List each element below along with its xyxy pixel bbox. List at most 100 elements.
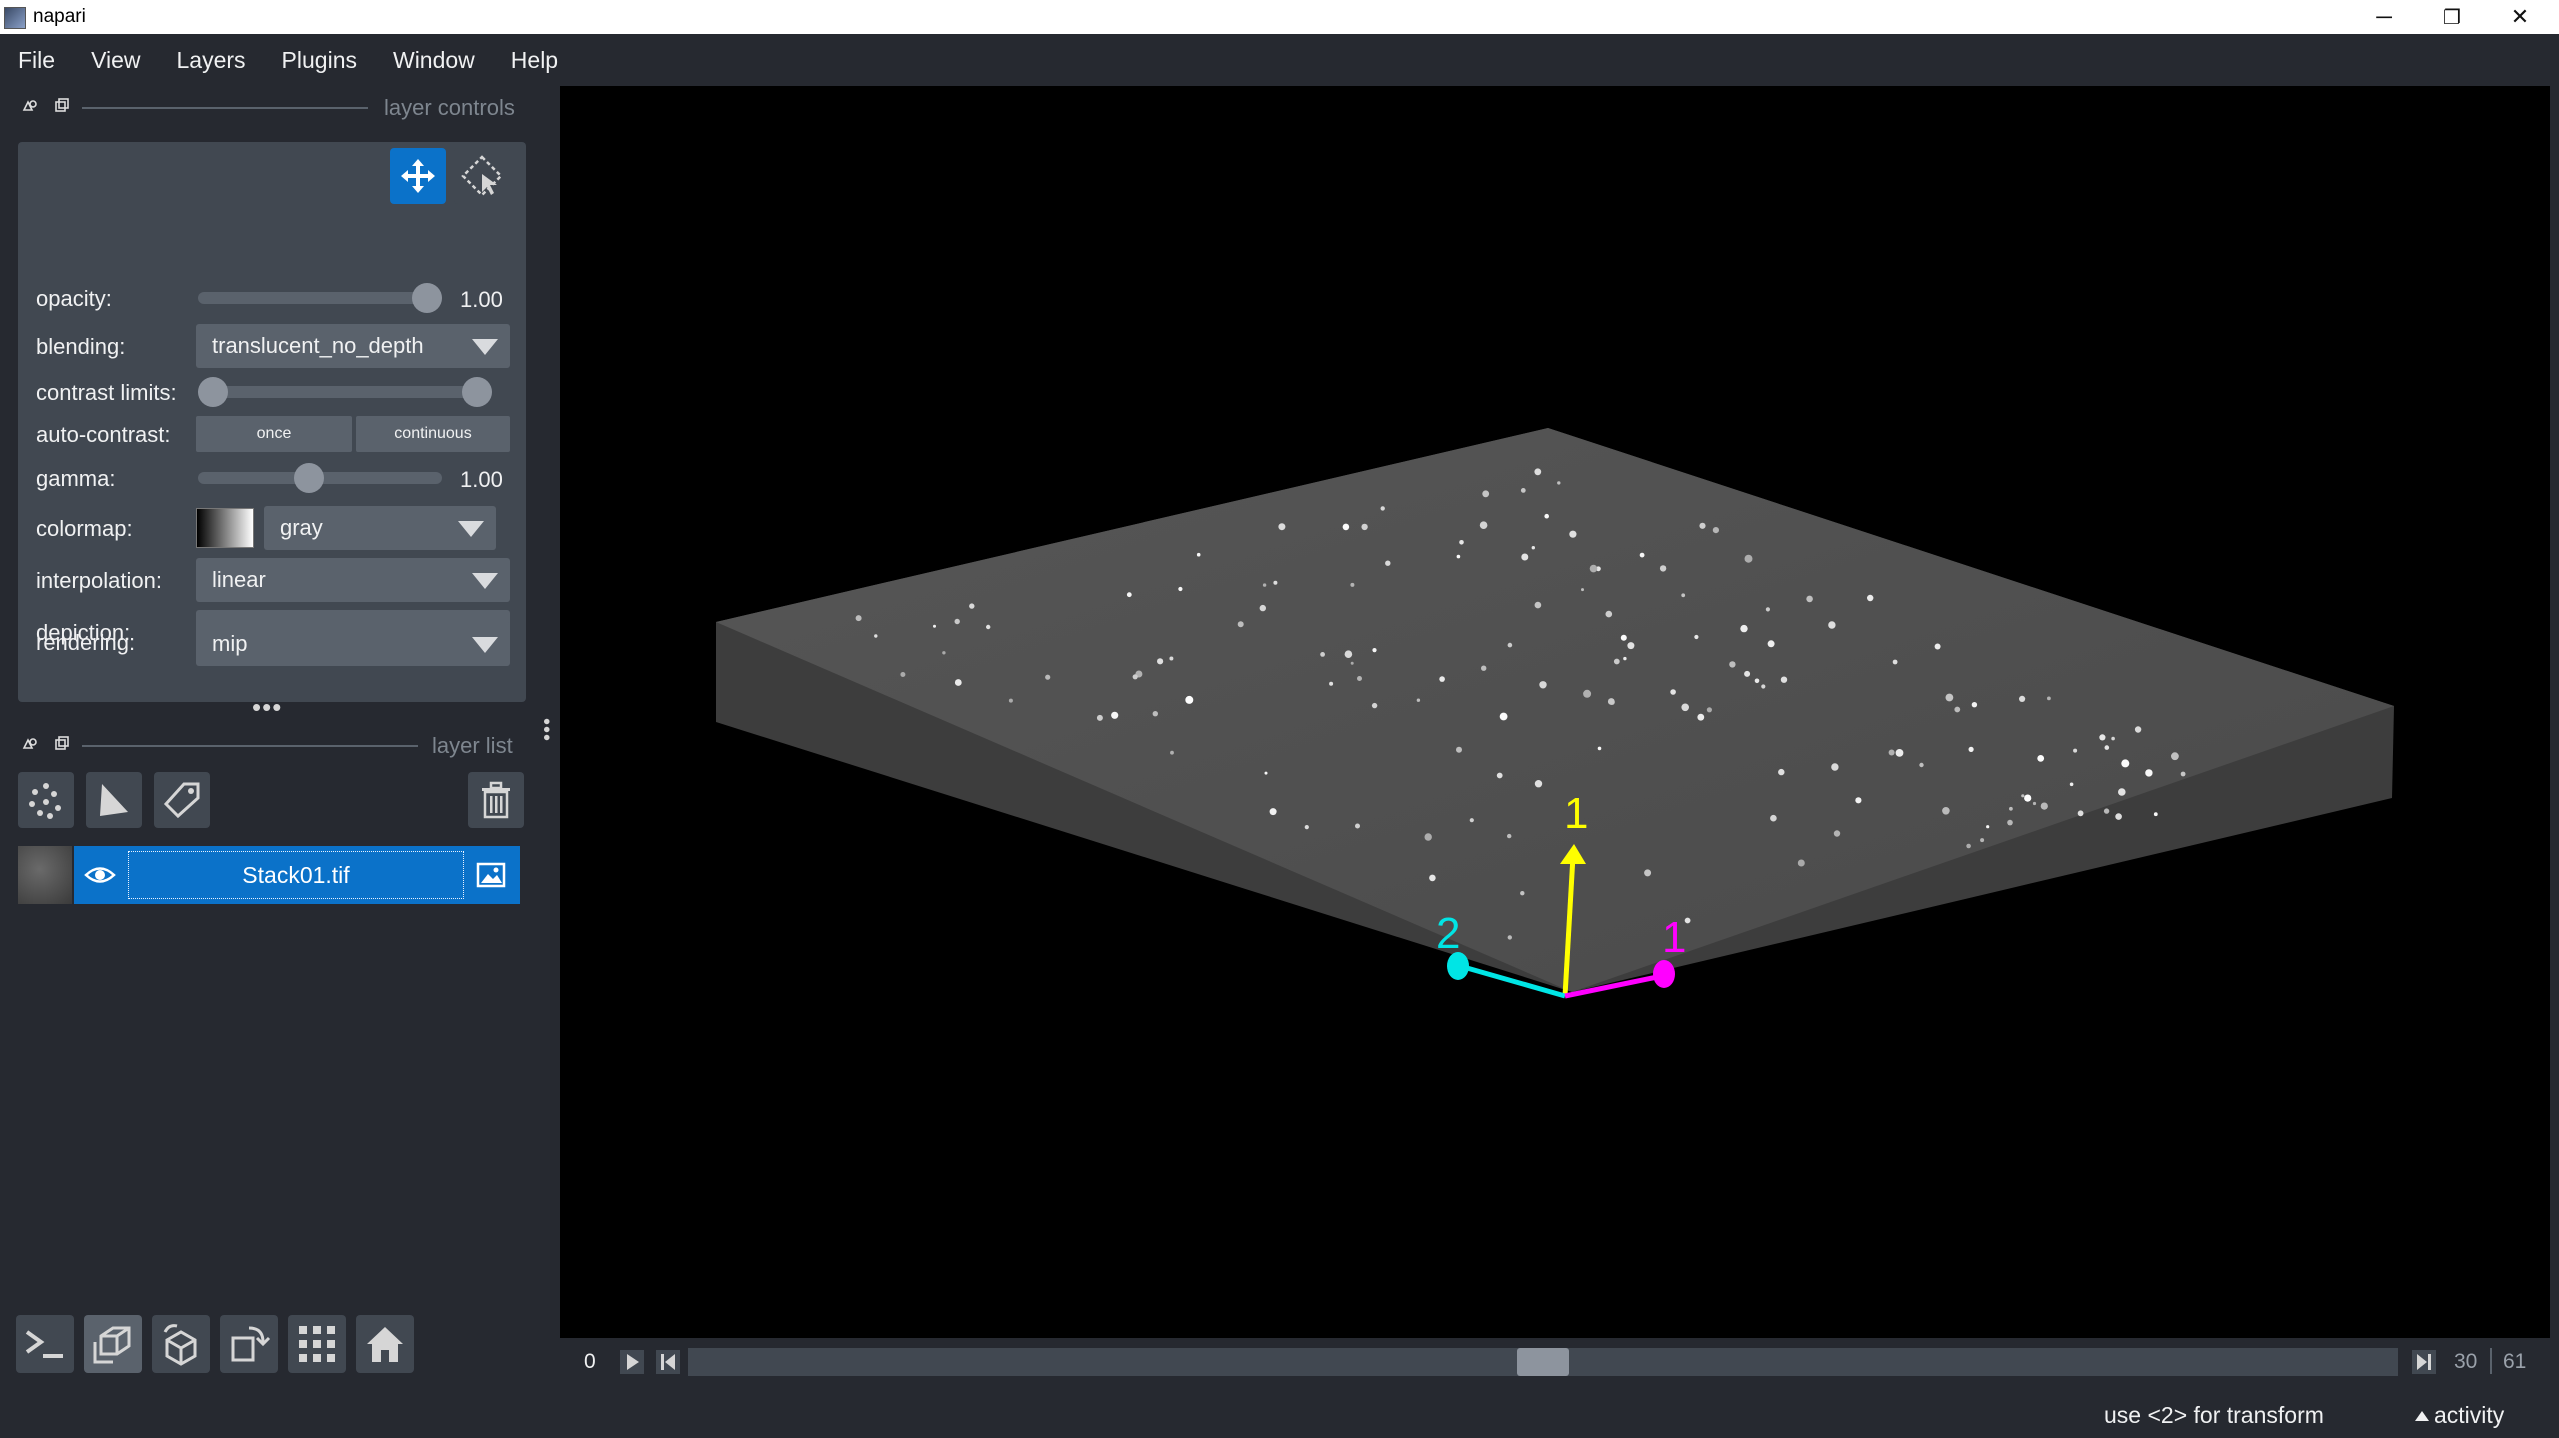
bright-spot (1152, 711, 1158, 717)
bright-spot (1262, 583, 1267, 587)
splitter-handle[interactable]: ••• (252, 692, 282, 723)
auto-contrast-once-button[interactable]: once (196, 416, 352, 452)
bright-spot (1534, 780, 1543, 788)
home-reset-view-button[interactable] (356, 1315, 414, 1373)
bright-spot (1170, 750, 1174, 755)
dims-slider-thumb[interactable] (1517, 1348, 1569, 1376)
bright-spot (1361, 523, 1368, 531)
bright-spot (855, 615, 862, 622)
bright-spot (1481, 665, 1487, 671)
interpolation-dropdown[interactable]: linear (196, 558, 510, 602)
close-button[interactable]: ✕ (2486, 0, 2554, 34)
bright-spot (1185, 695, 1194, 704)
gamma-slider-handle[interactable] (294, 463, 325, 493)
menu-view[interactable]: View (73, 47, 158, 74)
dims-slider-bar: 0 30 61 (560, 1338, 2559, 1386)
roll-axes-button[interactable] (152, 1315, 210, 1373)
menu-window[interactable]: Window (375, 47, 493, 74)
float-panel-icon[interactable] (22, 736, 38, 752)
play-icon[interactable] (620, 1350, 644, 1374)
menu-file[interactable]: File (0, 47, 73, 74)
bright-spot (1644, 869, 1652, 877)
bright-spot (1157, 658, 1164, 665)
new-shapes-layer-button[interactable] (86, 772, 142, 828)
new-labels-layer-button[interactable] (154, 772, 210, 828)
volume-top-face (716, 428, 2394, 992)
new-points-layer-button[interactable] (18, 772, 74, 828)
contrast-low-handle[interactable] (198, 377, 228, 407)
colormap-value: gray (280, 515, 323, 540)
current-frame[interactable]: 30 (2454, 1350, 2477, 1374)
bright-spot (1620, 634, 1627, 641)
layer-list-header: layer list (0, 728, 530, 762)
opacity-slider-handle[interactable] (412, 283, 442, 313)
bright-spot (1521, 553, 1529, 561)
bright-spot (933, 624, 936, 628)
transform-mode-button[interactable] (454, 148, 510, 204)
bright-spot (2040, 802, 2048, 810)
menu-help[interactable]: Help (493, 47, 576, 74)
opacity-slider[interactable] (198, 292, 442, 304)
delete-layer-button[interactable] (468, 772, 524, 828)
contrast-limits-slider[interactable] (198, 386, 492, 398)
bright-spot (1178, 586, 1183, 592)
more-options-icon[interactable]: ••• (534, 718, 557, 742)
bright-spot (1681, 703, 1689, 712)
grid-view-button[interactable] (288, 1315, 346, 1373)
bright-spot (1627, 642, 1635, 650)
auto-contrast-continuous-button[interactable]: continuous (356, 416, 510, 452)
skip-to-start-icon[interactable] (656, 1350, 680, 1374)
transpose-axes-button[interactable] (220, 1315, 278, 1373)
bright-spot (1806, 595, 1813, 603)
float-panel-icon[interactable] (22, 98, 38, 114)
colormap-dropdown[interactable]: gray (264, 506, 496, 550)
layer-name[interactable]: Stack01.tif (128, 851, 464, 899)
rendering-dropdown[interactable]: mip (196, 622, 510, 666)
close-panel-icon[interactable] (54, 736, 70, 752)
minimize-button[interactable]: ─ (2350, 0, 2418, 34)
bright-spot (1520, 891, 1525, 896)
eye-visibility-icon[interactable] (84, 860, 116, 890)
bright-spot (1744, 670, 1751, 677)
bright-spot (1380, 506, 1385, 511)
bright-spot (1966, 843, 1971, 849)
close-panel-icon[interactable] (54, 98, 70, 114)
blending-dropdown[interactable]: translucent_no_depth (196, 324, 510, 368)
viewer-canvas[interactable]: 1 2 1 (560, 86, 2550, 1338)
bright-spot (1697, 713, 1705, 721)
bright-spot (1583, 689, 1592, 698)
new-shapes-icon (100, 784, 128, 816)
bright-spot (1681, 593, 1686, 598)
bright-spot (1971, 702, 1978, 708)
bright-spot (874, 634, 878, 638)
bright-spot (2103, 808, 2110, 814)
bright-spot (1954, 706, 1961, 713)
chevron-down-icon (472, 637, 498, 653)
console-button[interactable] (16, 1315, 74, 1373)
skip-to-end-icon[interactable] (2412, 1350, 2436, 1374)
bright-spot (1329, 681, 1334, 686)
caret-up-icon[interactable] (2414, 1410, 2430, 1422)
bright-spot (1934, 643, 1941, 650)
bright-spot (1264, 771, 1268, 775)
restore-button[interactable]: ❐ (2418, 0, 2486, 34)
header-divider (82, 745, 418, 747)
activity-button[interactable]: activity (2434, 1402, 2504, 1429)
toggle-ndisplay-button[interactable] (84, 1315, 142, 1373)
menu-plugins[interactable]: Plugins (264, 47, 375, 74)
bright-spot (1482, 490, 1490, 498)
bright-spot (1169, 656, 1174, 661)
pan-zoom-mode-button[interactable] (390, 148, 446, 204)
contrast-high-handle[interactable] (462, 377, 492, 407)
bright-spot (1767, 640, 1775, 648)
layer-item[interactable]: Stack01.tif (18, 846, 520, 904)
bright-spot (1424, 833, 1432, 841)
bright-spot (1259, 604, 1266, 612)
bright-spot (1342, 523, 1350, 531)
menu-layers[interactable]: Layers (159, 47, 264, 74)
bright-spot (1855, 797, 1862, 804)
status-bar: use <2> for transform activity (0, 1390, 2559, 1438)
bright-spot (2111, 736, 2115, 741)
bright-spot (1459, 540, 1464, 545)
bright-spot (942, 651, 946, 655)
